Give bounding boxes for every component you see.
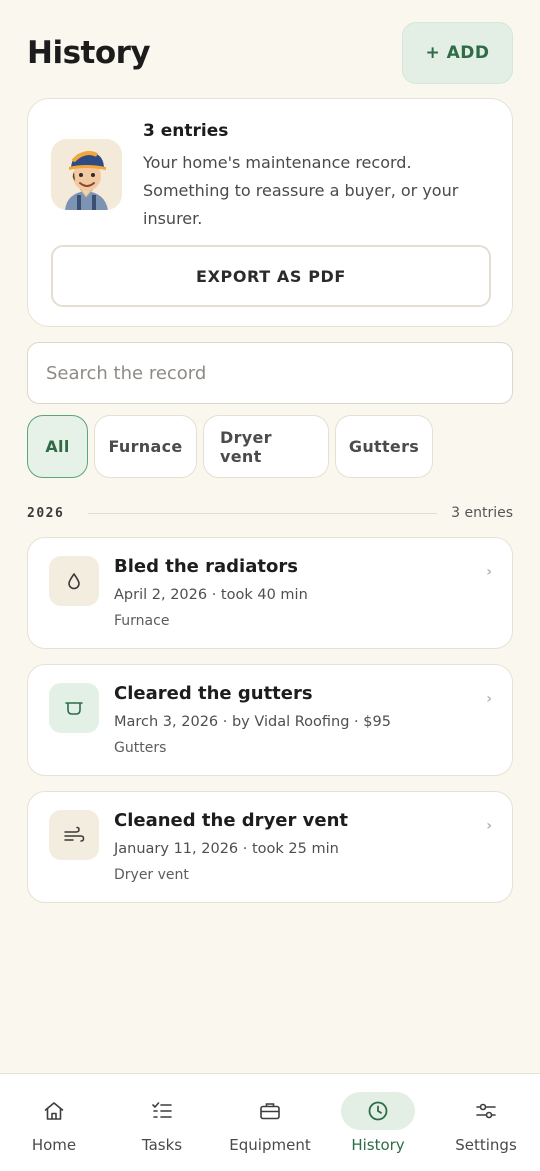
drop-icon	[49, 556, 99, 606]
chevron-right-icon: ›	[486, 564, 492, 580]
entry-category: Dryer vent	[114, 867, 189, 883]
gutter-icon	[49, 683, 99, 733]
tasks-icon	[125, 1092, 199, 1130]
history-entry[interactable]: Cleared the gutters March 3, 2026 · by V…	[27, 664, 513, 776]
wind-icon	[49, 810, 99, 860]
year-divider: 2026 3 entries	[27, 503, 513, 523]
export-pdf-button[interactable]: EXPORT AS PDF	[51, 245, 491, 307]
page-title: History	[27, 35, 151, 71]
toolbox-icon	[233, 1092, 307, 1130]
chevron-right-icon: ›	[486, 818, 492, 834]
search-input[interactable]	[46, 362, 512, 384]
year-entry-count: 3 entries	[451, 505, 513, 521]
nav-item-settings[interactable]: Settings	[432, 1074, 540, 1171]
filter-chip-all[interactable]: All	[27, 415, 88, 478]
nav-item-history[interactable]: History	[324, 1074, 432, 1171]
entry-meta: March 3, 2026 · by Vidal Roofing · $95	[114, 714, 391, 730]
search-field[interactable]	[27, 342, 513, 404]
clock-icon	[341, 1092, 415, 1130]
nav-label-tasks: Tasks	[141, 1136, 183, 1154]
entry-meta: January 11, 2026 · took 25 min	[114, 841, 339, 857]
add-button[interactable]: + ADD	[402, 22, 513, 84]
nav-label-home: Home	[31, 1136, 77, 1154]
filter-chip-dryer-vent[interactable]: Dryer vent	[203, 415, 329, 478]
sliders-icon	[449, 1092, 523, 1130]
entry-meta: April 2, 2026 · took 40 min	[114, 587, 308, 603]
entry-title: Cleaned the dryer vent	[114, 810, 349, 831]
nav-label-history: History	[351, 1136, 405, 1154]
nav-item-home[interactable]: Home	[0, 1074, 108, 1171]
summary-card: 3 entries Your home's maintenance record…	[27, 98, 513, 327]
entry-category: Furnace	[114, 613, 170, 629]
divider-line	[88, 512, 438, 514]
history-entry[interactable]: Bled the radiators April 2, 2026 · took …	[27, 537, 513, 649]
filter-chip-gutters[interactable]: Gutters	[335, 415, 433, 478]
summary-description: Your home's maintenance record. Somethin…	[143, 153, 459, 228]
home-icon	[17, 1092, 91, 1130]
history-entry[interactable]: Cleaned the dryer vent January 11, 2026 …	[27, 791, 513, 903]
nav-item-tasks[interactable]: Tasks	[108, 1074, 216, 1171]
entries-count: 3 entries	[143, 121, 229, 141]
filter-chip-furnace[interactable]: Furnace	[94, 415, 197, 478]
entry-title: Bled the radiators	[114, 556, 298, 577]
entry-category: Gutters	[114, 740, 167, 756]
bottom-nav: Home Tasks Equipment History Settings	[0, 1073, 540, 1171]
nav-label-settings: Settings	[455, 1136, 517, 1154]
nav-label-equipment: Equipment	[229, 1136, 311, 1154]
filter-chips: All Furnace Dryer vent Gutters	[27, 415, 433, 478]
nav-item-equipment[interactable]: Equipment	[216, 1074, 324, 1171]
handyman-avatar	[51, 139, 122, 210]
year-label: 2026	[27, 505, 65, 521]
chevron-right-icon: ›	[486, 691, 492, 707]
entry-title: Cleared the gutters	[114, 683, 313, 704]
header: History + ADD	[27, 22, 513, 84]
